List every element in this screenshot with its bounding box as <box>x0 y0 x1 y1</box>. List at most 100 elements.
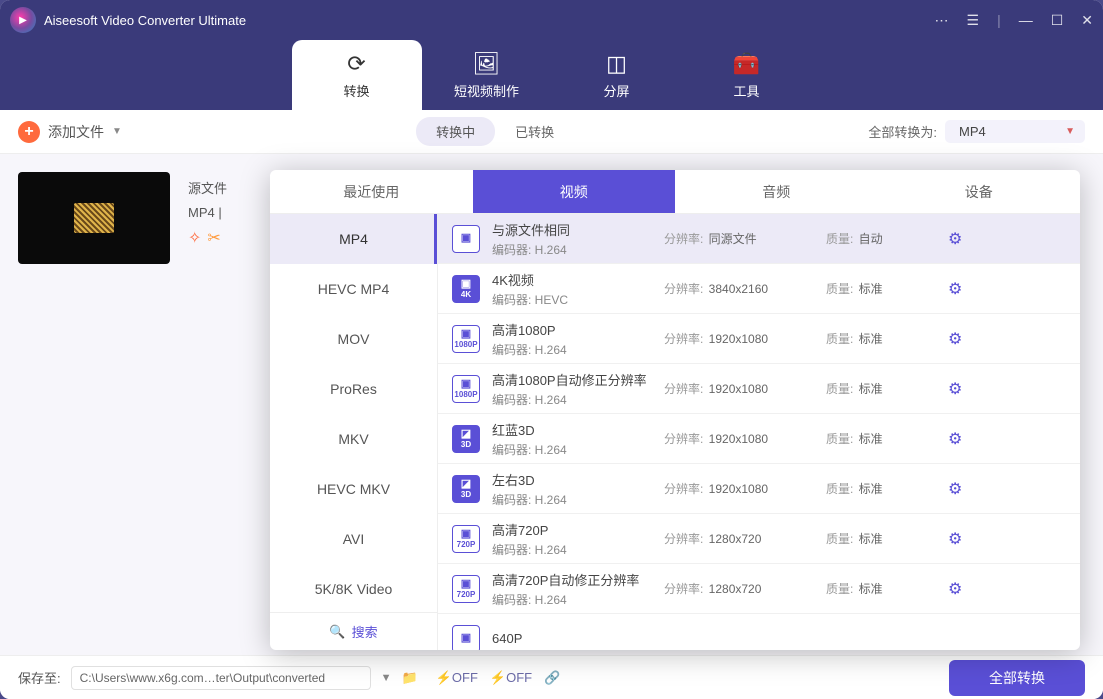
preset-quality: 质量: 标准 <box>826 330 936 347</box>
feedback-icon[interactable]: ⋯ <box>935 12 949 29</box>
tab-collage[interactable]: ◫ 分屏 <box>552 40 682 110</box>
preset-quality: 质量: 自动 <box>826 230 936 247</box>
category-item[interactable]: AVI <box>270 514 437 564</box>
preset-list[interactable]: ▣与源文件相同编码器: H.264分辨率: 同源文件质量: 自动⚙▣4K4K视频… <box>438 214 1080 650</box>
preset-quality: 质量: 标准 <box>826 380 936 397</box>
file-meta: 源文件 MP4 | ✧ ✂ <box>188 172 227 248</box>
browse-folder-icon[interactable]: ▼ <box>381 672 392 684</box>
format-value: MP4 <box>959 124 986 139</box>
bottom-tools: ⚡OFF ⚡OFF 🔗 <box>436 670 561 686</box>
category-item[interactable]: ProRes <box>270 364 437 414</box>
convert-icon: ⟳ <box>347 51 365 77</box>
window-controls: ⋯ ☰ | — ☐ ✕ <box>935 12 1094 29</box>
category-item[interactable]: HEVC MP4 <box>270 264 437 314</box>
preset-format-icon: ▣720P <box>452 575 480 603</box>
preset-encoder: 编码器: H.264 <box>492 241 652 258</box>
preset-info: 左右3D编码器: H.264 <box>492 470 652 508</box>
chevron-down-icon: ▼ <box>112 126 122 137</box>
gear-icon[interactable]: ⚙ <box>948 529 962 549</box>
preset-row[interactable]: ▣720P高清720P编码器: H.264分辨率: 1280x720质量: 标准… <box>438 514 1080 564</box>
format-line: MP4 | <box>188 205 227 220</box>
preset-format-icon: ▣1080P <box>452 375 480 403</box>
add-files-button[interactable]: + 添加文件 ▼ <box>18 121 122 143</box>
gear-icon[interactable]: ⚙ <box>948 579 962 599</box>
preset-row[interactable]: ▣4K4K视频编码器: HEVC分辨率: 3840x2160质量: 标准⚙ <box>438 264 1080 314</box>
convert-all-button[interactable]: 全部转换 <box>949 660 1085 696</box>
preset-quality: 质量: 标准 <box>826 480 936 497</box>
seg-converted[interactable]: 已转换 <box>495 117 574 146</box>
preset-encoder: 编码器: H.264 <box>492 341 652 358</box>
tab-toolbox[interactable]: 🧰 工具 <box>682 40 812 110</box>
preset-row[interactable]: ▣1080P高清1080P自动修正分辨率编码器: H.264分辨率: 1920x… <box>438 364 1080 414</box>
app-logo-icon <box>10 7 36 33</box>
merge-icon[interactable]: 🔗 <box>544 670 560 686</box>
preset-quality: 质量: 标准 <box>826 530 936 547</box>
search-label: 搜索 <box>352 622 378 641</box>
fp-tab-video[interactable]: 视频 <box>473 170 676 213</box>
format-dropdown[interactable]: MP4 ▼ <box>945 120 1085 143</box>
menu-icon[interactable]: ☰ <box>967 12 980 29</box>
preset-resolution: 分辨率: 1920x1080 <box>664 430 814 447</box>
tab-toolbox-label: 工具 <box>733 81 759 100</box>
video-thumbnail[interactable] <box>18 172 170 264</box>
format-panel-tabs: 最近使用 视频 音频 设备 <box>270 170 1080 214</box>
preset-encoder: 编码器: H.264 <box>492 591 652 608</box>
source-label: 源文件 <box>188 178 227 197</box>
tab-mv[interactable]: 🖼 短视频制作 <box>422 40 552 110</box>
preset-format-icon: ◪3D <box>452 475 480 503</box>
preset-format-icon: ▣4K <box>452 275 480 303</box>
gear-icon[interactable]: ⚙ <box>948 279 962 299</box>
hw-accel-icon[interactable]: ⚡OFF <box>436 670 478 686</box>
enhance-icon[interactable]: ✧ <box>188 228 201 248</box>
preset-format-icon: ◪3D <box>452 425 480 453</box>
preset-title: 左右3D <box>492 470 652 489</box>
preset-format-icon: ▣ <box>452 625 480 651</box>
preset-row[interactable]: ◪3D 红蓝3D编码器: H.264 分辨率: 1920x1080 质量: 标准 ⚙ <box>438 414 1080 464</box>
preset-info: 红蓝3D编码器: H.264 <box>492 420 652 458</box>
preset-row[interactable]: ◪3D 左右3D编码器: H.264 分辨率: 1920x1080 质量: 标准 ⚙ <box>438 464 1080 514</box>
preset-info: 高清1080P自动修正分辨率编码器: H.264 <box>492 370 652 408</box>
preset-resolution: 分辨率: 1280x720 <box>664 530 814 547</box>
preset-row[interactable]: ▣640P <box>438 614 1080 650</box>
preset-row[interactable]: ▣与源文件相同编码器: H.264分辨率: 同源文件质量: 自动⚙ <box>438 214 1080 264</box>
maximize-icon[interactable]: ☐ <box>1051 12 1064 29</box>
tab-convert[interactable]: ⟳ 转换 <box>292 40 422 110</box>
tab-convert-label: 转换 <box>343 81 369 100</box>
seg-converting[interactable]: 转换中 <box>416 117 495 146</box>
gear-icon[interactable]: ⚙ <box>948 429 962 449</box>
gear-icon[interactable]: ⚙ <box>948 379 962 399</box>
open-folder-icon[interactable]: 📁 <box>402 670 418 686</box>
preset-title: 红蓝3D <box>492 420 652 439</box>
preset-format-icon: ▣ <box>452 225 480 253</box>
fp-tab-device[interactable]: 设备 <box>878 170 1081 213</box>
preset-resolution: 分辨率: 3840x2160 <box>664 280 814 297</box>
close-icon[interactable]: ✕ <box>1081 12 1093 29</box>
gear-icon[interactable]: ⚙ <box>948 329 962 349</box>
search-button[interactable]: 🔍 搜索 <box>270 612 437 650</box>
preset-resolution: 分辨率: 1920x1080 <box>664 480 814 497</box>
main-tabs: ⟳ 转换 🖼 短视频制作 ◫ 分屏 🧰 工具 <box>0 40 1103 110</box>
gear-icon[interactable]: ⚙ <box>948 479 962 499</box>
category-item[interactable]: MP4 <box>270 214 437 264</box>
output-path-input[interactable]: C:\Users\www.x6g.com…ter\Output\converte… <box>71 666 371 690</box>
edit-icon[interactable]: ✂ <box>207 228 220 248</box>
gear-icon[interactable]: ⚙ <box>948 229 962 249</box>
add-files-label: 添加文件 <box>48 122 104 142</box>
gpu-icon[interactable]: ⚡OFF <box>490 670 532 686</box>
preset-row[interactable]: ▣720P高清720P自动修正分辨率编码器: H.264分辨率: 1280x72… <box>438 564 1080 614</box>
status-segment: 转换中 已转换 <box>416 117 574 146</box>
preset-quality: 质量: 标准 <box>826 280 936 297</box>
title-bar: Aiseesoft Video Converter Ultimate ⋯ ☰ |… <box>0 0 1103 40</box>
preset-title: 高清1080P自动修正分辨率 <box>492 370 652 389</box>
preset-info: 高清1080P编码器: H.264 <box>492 320 652 358</box>
preset-row[interactable]: ▣1080P高清1080P编码器: H.264分辨率: 1920x1080质量:… <box>438 314 1080 364</box>
category-item[interactable]: 5K/8K Video <box>270 564 437 612</box>
preset-quality: 质量: 标准 <box>826 430 936 447</box>
fp-tab-audio[interactable]: 音频 <box>675 170 878 213</box>
minimize-icon[interactable]: — <box>1019 12 1033 28</box>
category-item[interactable]: HEVC MKV <box>270 464 437 514</box>
category-item[interactable]: MKV <box>270 414 437 464</box>
category-item[interactable]: MOV <box>270 314 437 364</box>
fp-tab-recent[interactable]: 最近使用 <box>270 170 473 213</box>
preset-title: 4K视频 <box>492 270 652 289</box>
